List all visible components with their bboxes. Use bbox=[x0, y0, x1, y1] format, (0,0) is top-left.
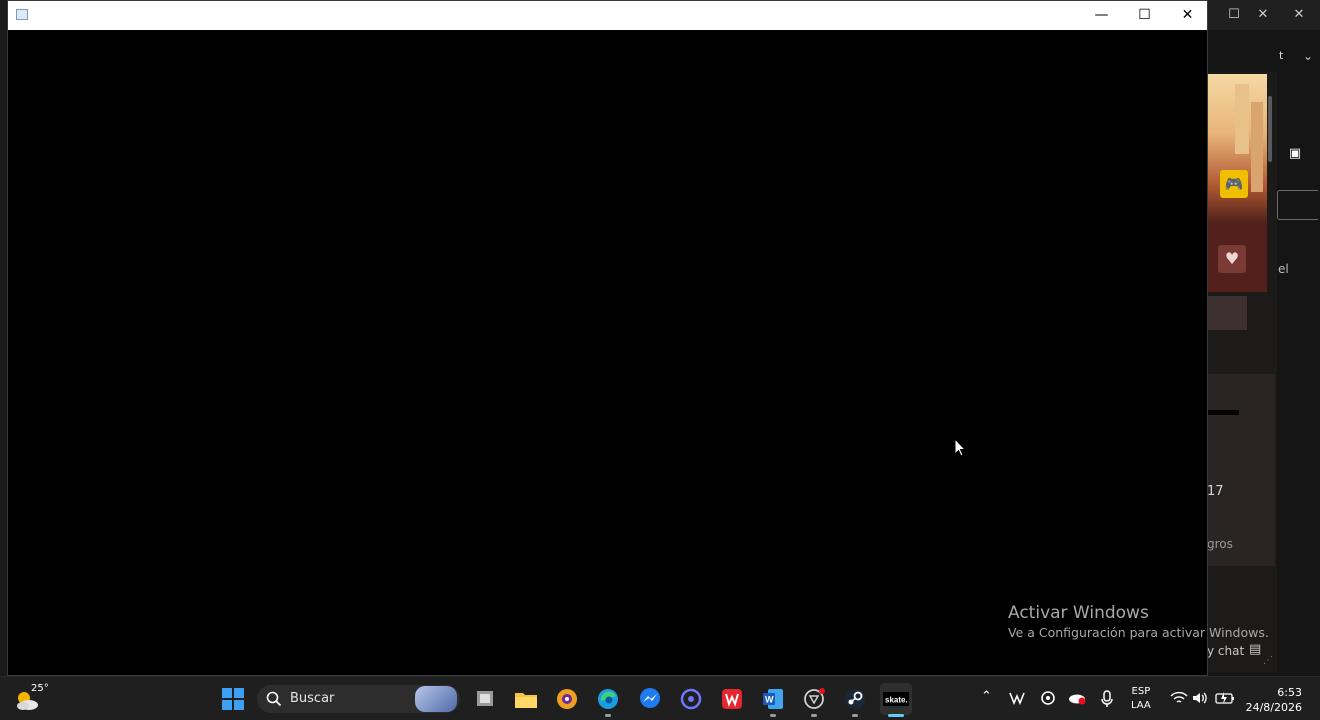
background-maximize-button[interactable]: ☐ bbox=[1224, 6, 1244, 24]
wifi-icon[interactable] bbox=[1170, 691, 1188, 705]
maximize-button[interactable]: ☐ bbox=[1123, 1, 1166, 30]
hero-building bbox=[1251, 102, 1263, 192]
background-input[interactable] bbox=[1277, 190, 1318, 220]
show-hidden-icons-button[interactable]: ⌃ bbox=[981, 689, 992, 704]
background-titlebar: ☐ ✕ ✕ bbox=[1207, 0, 1320, 30]
friends-icon[interactable]: ▤ bbox=[1249, 642, 1261, 657]
background-app-close-button[interactable]: ✕ bbox=[1289, 6, 1309, 24]
taskbar-file-explorer[interactable] bbox=[510, 683, 542, 715]
chevron-down-icon[interactable]: ⌄ bbox=[1303, 49, 1313, 63]
volume-icon[interactable] bbox=[1192, 691, 1210, 705]
folder-icon bbox=[515, 693, 537, 708]
running-indicator bbox=[888, 714, 904, 717]
onedrive-error-icon[interactable] bbox=[1068, 691, 1086, 705]
windows-logo-icon bbox=[222, 688, 244, 710]
background-close-button[interactable]: ✕ bbox=[1253, 6, 1273, 24]
card-number: 17 bbox=[1207, 484, 1224, 499]
language-indicator[interactable]: ESP LAA bbox=[1131, 685, 1151, 713]
taskbar: 25° Buscar W skate. ⌃ ESP LAA 6:53 24/8/… bbox=[0, 676, 1320, 720]
taskbar-ring-app[interactable] bbox=[675, 683, 707, 715]
weather-widget[interactable]: 25° bbox=[14, 683, 54, 715]
chat-icon[interactable]: ▣ bbox=[1286, 146, 1304, 162]
edge-icon bbox=[598, 689, 618, 709]
running-indicator bbox=[770, 714, 776, 717]
resize-grip-icon[interactable]: ⋰ bbox=[1263, 655, 1273, 666]
background-card: 17 gros bbox=[1207, 374, 1275, 566]
running-indicator bbox=[852, 714, 858, 717]
running-indicator bbox=[811, 714, 817, 717]
circle-app-icon bbox=[557, 689, 577, 709]
window-app-icon[interactable] bbox=[16, 9, 28, 20]
start-button[interactable] bbox=[217, 683, 249, 715]
weather-temperature: 25° bbox=[31, 683, 49, 694]
skate-label: skate. bbox=[885, 696, 908, 705]
background-button[interactable] bbox=[1207, 296, 1247, 330]
search-placeholder: Buscar bbox=[290, 691, 335, 706]
close-button[interactable]: ✕ bbox=[1166, 1, 1209, 30]
taskbar-wps[interactable] bbox=[716, 683, 748, 715]
messenger-icon bbox=[640, 688, 660, 708]
keyboard-layout: LAA bbox=[1131, 700, 1151, 711]
window-content-area[interactable] bbox=[8, 30, 1207, 675]
scrollbar-thumb[interactable] bbox=[1268, 96, 1272, 162]
window-titlebar[interactable]: — ☐ ✕ bbox=[8, 1, 1207, 30]
watermark-title: Activar Windows bbox=[1008, 603, 1149, 623]
watermark-subtitle: Ve a Configuración para activar Windows. bbox=[1008, 625, 1269, 640]
taskbar-chatgpt[interactable] bbox=[798, 683, 830, 717]
battery-icon[interactable] bbox=[1215, 691, 1235, 705]
gamepad-icon[interactable]: 🎮 bbox=[1220, 170, 1248, 198]
taskbar-steam[interactable] bbox=[839, 683, 871, 717]
notification-badge bbox=[819, 688, 825, 694]
taskbar-messenger[interactable] bbox=[634, 683, 666, 715]
mouse-cursor-icon bbox=[954, 438, 966, 457]
wps-tray-icon[interactable] bbox=[1009, 691, 1025, 705]
word-icon: W bbox=[763, 689, 783, 709]
clock-date: 24/8/2026 bbox=[1245, 701, 1302, 714]
minimize-button[interactable]: — bbox=[1080, 1, 1123, 30]
activation-watermark: Activar Windows Ve a Configuración para … bbox=[1008, 603, 1269, 643]
chat-label[interactable]: y chat bbox=[1207, 644, 1244, 658]
partial-label: el bbox=[1278, 262, 1289, 276]
game-hero-image bbox=[1207, 74, 1267, 222]
taskbar-task-view[interactable] bbox=[469, 683, 501, 715]
task-view-icon bbox=[477, 691, 493, 706]
clock[interactable]: 6:53 24/8/2026 bbox=[1244, 685, 1302, 715]
heart-icon[interactable]: ♥ bbox=[1218, 245, 1246, 273]
ring-icon bbox=[680, 688, 702, 710]
openai-icon bbox=[804, 688, 825, 709]
partial-label: t bbox=[1279, 49, 1284, 62]
search-box[interactable]: Buscar bbox=[257, 685, 460, 713]
clock-time: 6:53 bbox=[1277, 686, 1302, 699]
hero-building bbox=[1235, 84, 1249, 154]
running-indicator bbox=[605, 714, 611, 717]
skate-icon: skate. bbox=[883, 692, 909, 706]
sync-tray-icon[interactable] bbox=[1040, 690, 1056, 706]
svg-text:W: W bbox=[765, 695, 774, 705]
wps-icon bbox=[722, 689, 742, 709]
steam-icon bbox=[845, 689, 865, 709]
taskbar-edge[interactable] bbox=[592, 683, 624, 717]
taskbar-word[interactable]: W bbox=[757, 683, 789, 717]
search-highlight-image bbox=[415, 686, 457, 712]
microphone-icon[interactable] bbox=[1101, 690, 1113, 708]
card-text: gros bbox=[1207, 537, 1233, 551]
search-icon bbox=[266, 691, 282, 707]
black-game-window: — ☐ ✕ bbox=[7, 0, 1208, 676]
background-app-window: ☐ ✕ ✕ 🎮 ♥ 17 gros t ⌄ ▣ el y chat ▤ ⋰ bbox=[1207, 0, 1320, 676]
taskbar-skate[interactable]: skate. bbox=[880, 683, 912, 717]
language-code: ESP bbox=[1131, 686, 1151, 697]
taskbar-launcher[interactable] bbox=[551, 683, 583, 715]
card-divider bbox=[1207, 410, 1239, 415]
